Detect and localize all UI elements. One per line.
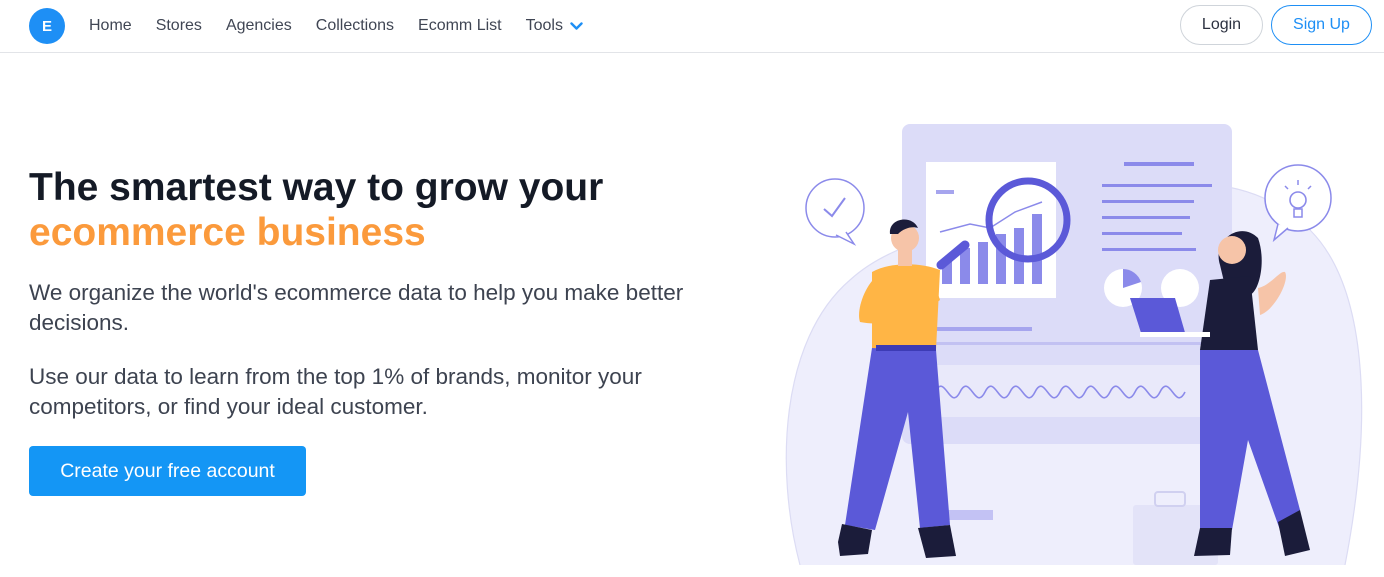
nav-link-home[interactable]: Home [89,17,132,35]
nav-link-collections[interactable]: Collections [316,17,394,35]
hero-paragraph-2: Use our data to learn from the top 1% of… [29,364,642,419]
top-navbar: E Home Stores Agencies Collections Ecomm… [0,0,1384,53]
nav-link-agencies[interactable]: Agencies [226,17,292,35]
chart-bar [1032,214,1042,284]
checkmark-speech-bubble-icon [805,178,865,246]
hero-paragraph-1: We organize the world's ecommerce data t… [29,280,684,335]
signup-button[interactable]: Sign Up [1271,5,1372,45]
waveform-card [930,365,1200,417]
chart-bar [978,242,988,284]
hero-illustration [785,124,1363,565]
headline-highlight: ecommerce business [29,211,426,254]
logo-letter: E [41,17,52,35]
create-account-button[interactable]: Create your free account [29,446,306,496]
chevron-down-icon [570,21,583,30]
hero-headline: The smartest way to grow your ecommerce … [29,165,729,255]
nav-link-stores[interactable]: Stores [156,17,202,35]
nav-link-ecomm-list[interactable]: Ecomm List [418,17,502,35]
headline-text: The smartest way to grow your [29,166,604,209]
login-button[interactable]: Login [1180,5,1263,45]
tools-dropdown[interactable]: Tools [526,17,583,35]
hero-heading-block: The smartest way to grow your ecommerce … [29,165,729,255]
logo[interactable]: E [29,8,65,44]
nav-links: Home Stores Agencies Collections Ecomm L… [89,0,607,52]
tools-label: Tools [525,17,563,34]
